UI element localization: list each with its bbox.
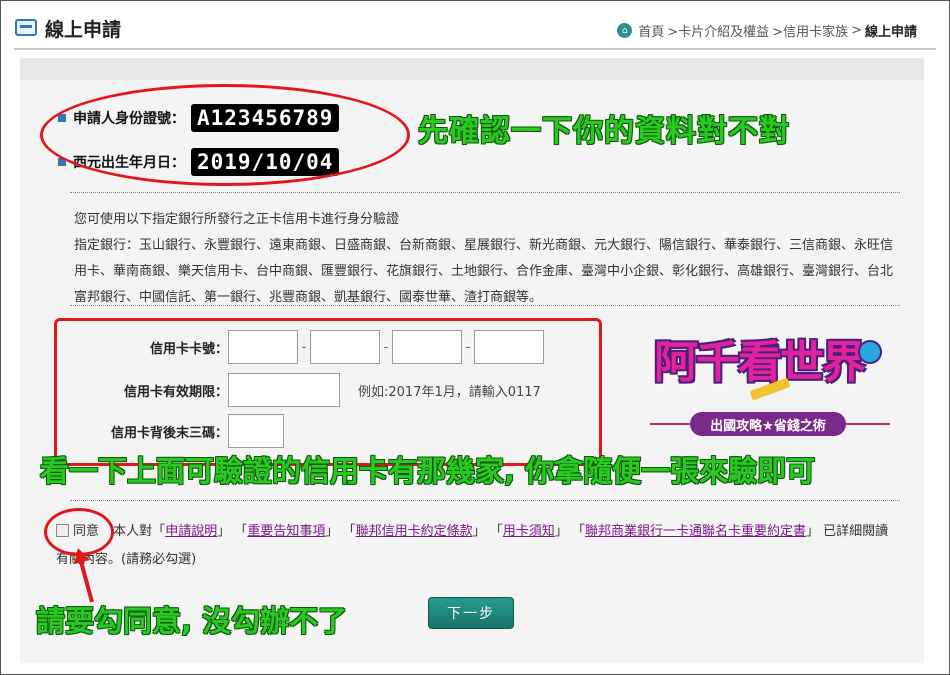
breadcrumb-current: 線上申請	[864, 25, 917, 40]
bracket-open: 「	[571, 524, 585, 539]
agreement-row: 同意 本人對「申請說明」 「重要告知事項」 「聯邦信用卡約定條款」 「用卡須知」…	[56, 518, 896, 574]
form-icon	[15, 19, 37, 36]
logo-title: 阿千看世界	[654, 337, 866, 388]
annotation-check-data: 先確認一下你的資料對不對	[418, 114, 790, 149]
link-co-brand-agreement[interactable]: 聯邦商業銀行一卡通聯名卡重要約定書	[585, 524, 806, 539]
bracket-close: 」	[554, 524, 568, 539]
breadcrumb: ⌂ 首頁 >卡片介紹及權益 >信用卡家族 > 線上申請	[617, 21, 917, 40]
bank-list: 您可使用以下指定銀行所發行之正卡信用卡進行身分驗證 指定銀行：玉山銀行、永豐銀行…	[74, 207, 904, 311]
bracket-open: 「	[489, 524, 503, 539]
blog-logo: 阿千看世界 出國攻略★省錢之術	[650, 322, 890, 442]
bracket-open: 「	[152, 524, 166, 539]
form-panel-top	[20, 58, 924, 80]
annotation-use-any-card: 看一下上面可驗證的信用卡有那幾家, 你拿隨便一張來驗即可	[40, 454, 816, 488]
bank-intro: 您可使用以下指定銀行所發行之正卡信用卡進行身分驗證	[74, 212, 400, 227]
annotation-rect-card-form	[54, 318, 602, 466]
bracket-close: 」	[805, 524, 819, 539]
home-icon[interactable]: ⌂	[617, 23, 633, 38]
annotation-must-agree: 請要勾同意, 沒勾辦不了	[36, 604, 348, 638]
bracket-close: 」	[217, 524, 231, 539]
globe-icon	[858, 340, 882, 364]
link-application-notes[interactable]: 申請說明	[165, 524, 217, 539]
breadcrumb-card-family[interactable]: >信用卡家族	[772, 21, 848, 40]
dotted-divider	[70, 500, 900, 501]
link-important-notice[interactable]: 重要告知事項	[247, 524, 325, 539]
next-step-button[interactable]: 下一步	[428, 597, 514, 629]
header-divider	[14, 48, 936, 50]
link-card-usage[interactable]: 用卡須知	[503, 524, 555, 539]
bracket-close: 」	[472, 524, 486, 539]
logo-subtitle: 出國攻略★省錢之術	[690, 412, 846, 436]
agreement-prefix: 本人對	[113, 524, 153, 539]
breadcrumb-card-intro[interactable]: >卡片介紹及權益	[667, 21, 769, 40]
arrow-icon	[74, 548, 94, 603]
page-header: 線上申請 ⌂ 首頁 >卡片介紹及權益 >信用卡家族 > 線上申請	[1, 1, 947, 49]
dotted-divider	[70, 305, 900, 306]
annotation-ellipse-applicant	[40, 84, 410, 186]
dotted-divider	[70, 192, 900, 193]
bracket-open: 「	[342, 524, 356, 539]
breadcrumb-home[interactable]: 首頁	[638, 21, 664, 40]
page-title: 線上申請	[45, 19, 122, 41]
bracket-close: 」	[325, 524, 339, 539]
bracket-open: 「	[234, 524, 248, 539]
link-card-terms[interactable]: 聯邦信用卡約定條款	[356, 524, 473, 539]
bank-names: 指定銀行：玉山銀行、永豐銀行、遠東商銀、日盛商銀、台新商銀、星展銀行、新光商銀、…	[74, 238, 894, 305]
breadcrumb-separator: >	[851, 23, 862, 38]
